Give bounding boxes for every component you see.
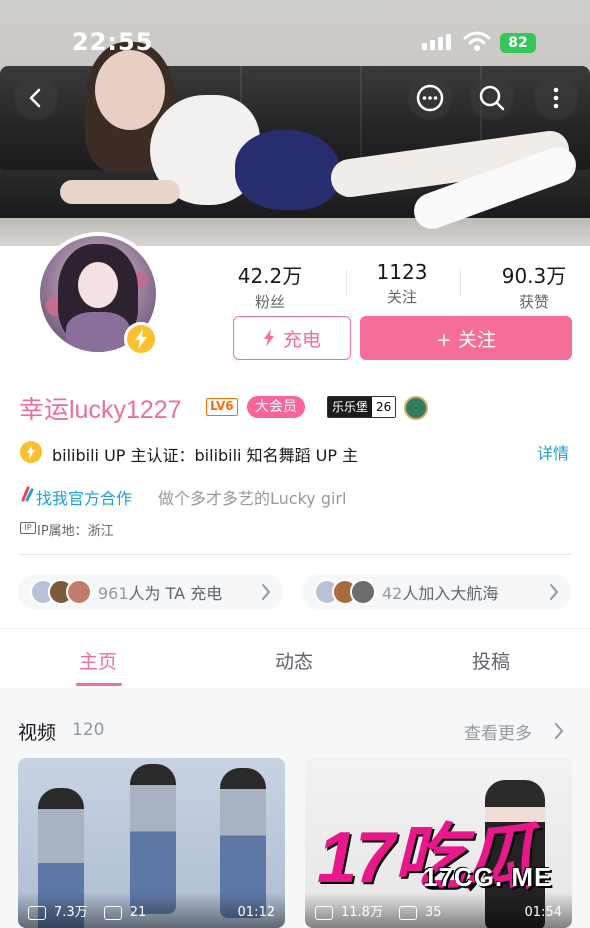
search-icon bbox=[479, 85, 505, 111]
chevron-right-icon bbox=[262, 584, 271, 600]
ip-location: IP属地：浙江 bbox=[37, 524, 114, 539]
stat-fans-count: 42.2万 bbox=[237, 264, 303, 288]
stat-likes-label: 获赞 bbox=[518, 293, 549, 311]
cooperation-icon bbox=[21, 486, 34, 502]
honor-medal-icon[interactable] bbox=[404, 396, 428, 420]
danmaku-icon bbox=[103, 906, 122, 920]
video-duration: 01:12 bbox=[237, 905, 275, 920]
watermark-site: 17CG. ME bbox=[423, 862, 553, 892]
charge-button-label: 充电 bbox=[282, 328, 321, 351]
chevron-right-icon bbox=[550, 584, 559, 600]
avatar bbox=[66, 579, 92, 605]
stat-fans[interactable]: 42.2万 粉丝 bbox=[210, 260, 330, 312]
video-views: 7.3万 bbox=[54, 905, 88, 920]
message-button[interactable] bbox=[408, 76, 452, 120]
video-danmaku: 35 bbox=[424, 905, 442, 920]
profile-tabs: 主页 动态 投稿 bbox=[0, 628, 590, 688]
stat-likes-count: 90.3万 bbox=[501, 264, 567, 288]
videos-section-title: 视频 bbox=[18, 722, 57, 744]
video-views: 11.8万 bbox=[341, 905, 383, 920]
follow-button-label: + 关注 bbox=[436, 328, 496, 351]
fan-medal-name: 乐乐堡 bbox=[328, 397, 373, 417]
charge-button[interactable]: 充电 bbox=[233, 316, 351, 360]
play-count-icon bbox=[315, 906, 333, 920]
charge-supporters-count: 961 bbox=[98, 584, 129, 603]
level-badge: LV6 bbox=[206, 398, 238, 416]
voyage-members-pill[interactable]: 42人加入大航海 bbox=[302, 574, 572, 610]
video-card[interactable]: 7.3万 21 01:12 bbox=[18, 758, 285, 928]
lightning-icon bbox=[263, 329, 274, 347]
stat-following[interactable]: 1123 关注 bbox=[342, 260, 462, 307]
chat-bubble-icon bbox=[416, 84, 444, 112]
verification-text: bilibili UP 主认证：bilibili 知名舞蹈 UP 主 bbox=[52, 446, 359, 465]
stat-fans-label: 粉丝 bbox=[254, 293, 285, 311]
tab-uploads[interactable]: 投稿 bbox=[472, 647, 510, 674]
search-button[interactable] bbox=[470, 76, 514, 120]
status-time: 22:55 bbox=[72, 28, 154, 56]
fan-medal-level: 26 bbox=[372, 397, 396, 417]
more-vertical-icon bbox=[553, 87, 559, 109]
play-count-icon bbox=[28, 906, 46, 920]
video-card[interactable]: 17吃瓜 17CG. ME 11.8万 35 01:54 bbox=[305, 758, 572, 928]
stat-likes[interactable]: 90.3万 获赞 bbox=[474, 260, 590, 312]
videos-section: 视频 120 查看更多 7.3万 21 01:12 17吃瓜 17CG. ME … bbox=[0, 688, 590, 928]
wifi-icon bbox=[463, 31, 491, 51]
signal-icon bbox=[422, 34, 451, 50]
stat-following-label: 关注 bbox=[386, 288, 417, 306]
voyage-members-count: 42 bbox=[382, 584, 403, 603]
avatar bbox=[350, 579, 376, 605]
danmaku-icon bbox=[398, 906, 417, 920]
username: 幸运lucky1227 bbox=[19, 396, 182, 424]
details-link[interactable]: 详情 bbox=[537, 440, 569, 464]
user-signature: 做个多才多艺的Lucky girl bbox=[158, 489, 347, 508]
charge-supporters-text: 人为 TA 充电 bbox=[128, 584, 223, 603]
status-bar: 22:55 82 bbox=[0, 26, 590, 62]
battery-icon: 82 bbox=[500, 33, 536, 53]
tab-home[interactable]: 主页 bbox=[79, 647, 117, 674]
fan-medal-badge[interactable]: 乐乐堡 26 bbox=[327, 396, 397, 418]
videos-section-count: 120 bbox=[72, 720, 105, 740]
active-tab-indicator bbox=[76, 683, 122, 686]
chevron-left-icon bbox=[29, 88, 41, 108]
ip-icon: IP bbox=[20, 522, 36, 534]
divider bbox=[18, 554, 572, 555]
more-options-button[interactable] bbox=[534, 76, 578, 120]
view-more-link[interactable]: 查看更多 bbox=[464, 719, 532, 744]
follow-button[interactable]: + 关注 bbox=[360, 316, 572, 360]
charge-supporters-pill[interactable]: 961人为 TA 充电 bbox=[18, 574, 284, 610]
back-button[interactable] bbox=[14, 76, 58, 120]
official-cooperation-link[interactable]: 找我官方合作 bbox=[36, 485, 132, 509]
video-duration: 01:54 bbox=[524, 905, 562, 920]
tab-dynamics[interactable]: 动态 bbox=[275, 647, 313, 674]
stat-following-count: 1123 bbox=[376, 260, 428, 284]
voyage-members-text: 人加入大航海 bbox=[402, 584, 499, 603]
chevron-right-icon bbox=[555, 723, 564, 739]
charge-badge-icon bbox=[124, 322, 158, 356]
verified-icon bbox=[20, 441, 42, 463]
video-danmaku: 21 bbox=[129, 905, 147, 920]
vip-badge[interactable]: 大会员 bbox=[247, 396, 305, 418]
